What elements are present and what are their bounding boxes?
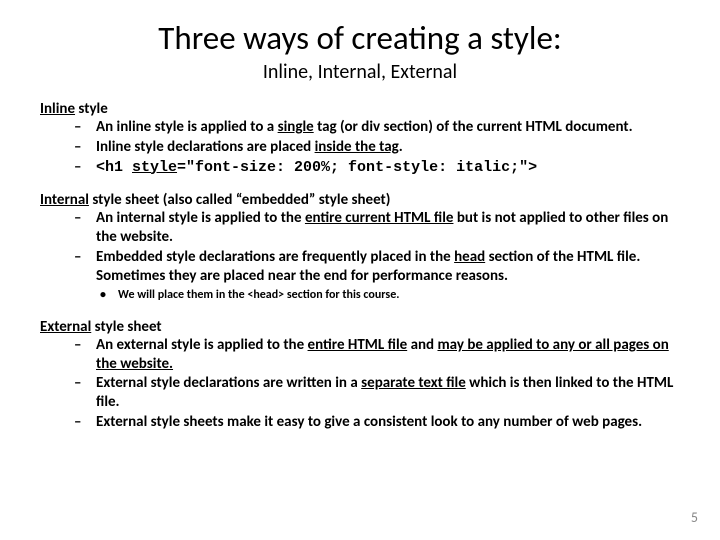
list-item: An inline style is applied to a single t… xyxy=(96,118,680,137)
code: ="font-size: 200%; font-style: italic;"> xyxy=(177,159,537,176)
list-item: External style sheets make it easy to gi… xyxy=(96,413,680,432)
list-item: Inline style declarations are placed ins… xyxy=(96,138,680,157)
section-internal: Internal style sheet (also called “embed… xyxy=(40,191,680,304)
list-item: External style declarations are written … xyxy=(96,374,680,412)
text: and xyxy=(407,336,437,354)
slide-subtitle: Inline, Internal, External xyxy=(40,60,680,84)
head-underline: Inline xyxy=(40,100,75,118)
head-rest: style sheet xyxy=(91,318,161,336)
text-underline: separate text file xyxy=(361,374,466,392)
text: An internal style is applied to the xyxy=(96,209,305,227)
text: External style declarations are written … xyxy=(96,374,361,392)
section-head-internal: Internal style sheet (also called “embed… xyxy=(40,191,680,209)
sub-list-item: We will place them in the <head> section… xyxy=(118,288,680,304)
code: <h1 xyxy=(96,159,132,176)
section-head-inline: Inline style xyxy=(40,100,680,118)
head-rest: style xyxy=(75,100,108,118)
slide-title: Three ways of creating a style: xyxy=(40,18,680,58)
list-item: An external style is applied to the enti… xyxy=(96,336,680,374)
text-underline: entire HTML file xyxy=(308,336,408,354)
text: . xyxy=(399,138,403,156)
section-inline: Inline style An inline style is applied … xyxy=(40,100,680,177)
text-underline: single xyxy=(278,118,314,136)
page-number: 5 xyxy=(691,509,698,526)
head-rest: style sheet (also called “embedded” styl… xyxy=(89,191,390,209)
list-item: Embedded style declarations are frequent… xyxy=(96,248,680,286)
code-underline: style xyxy=(132,159,177,176)
list-item: An internal style is applied to the enti… xyxy=(96,209,680,247)
section-external: External style sheet An external style i… xyxy=(40,318,680,432)
text: An inline style is applied to a xyxy=(96,118,278,136)
section-head-external: External style sheet xyxy=(40,318,680,336)
text-underline: entire current HTML file xyxy=(305,209,454,227)
text: Inline style declarations are placed xyxy=(96,138,315,156)
text-underline: inside the tag xyxy=(315,138,399,156)
text: tag (or div section) of the current HTML… xyxy=(314,118,633,136)
text-underline: head xyxy=(454,248,485,266)
text: An external style is applied to the xyxy=(96,336,308,354)
head-underline: Internal xyxy=(40,191,89,209)
list-item-code: <h1 style="font-size: 200%; font-style: … xyxy=(96,158,680,178)
head-underline: External xyxy=(40,318,91,336)
text: Embedded style declarations are frequent… xyxy=(96,248,454,266)
